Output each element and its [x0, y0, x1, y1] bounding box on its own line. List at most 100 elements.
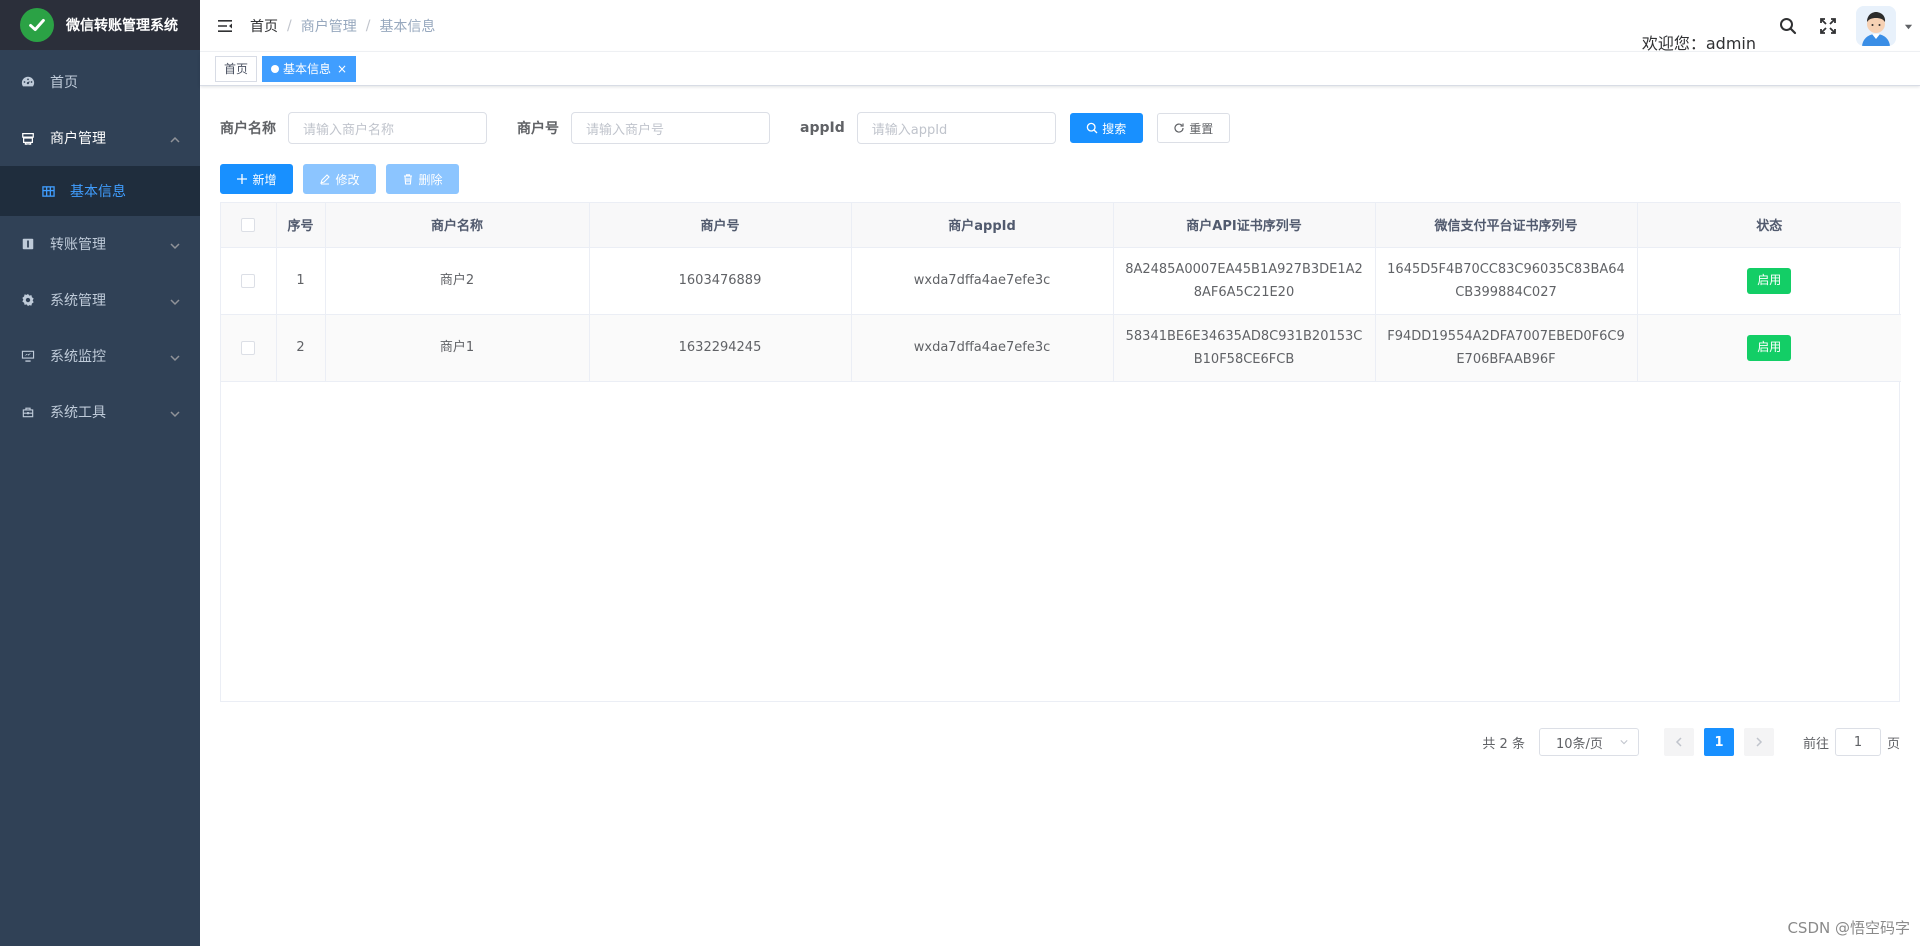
merchant-no-label: 商户号 [517, 121, 559, 137]
merchant-name-input[interactable]: 请输入商户名称 [288, 112, 487, 144]
sidebar-subitem-basic-info[interactable]: 基本信息 [0, 166, 200, 216]
hamburger-icon[interactable] [200, 0, 250, 52]
appid-label: appId [800, 120, 845, 136]
placeholder: 请输入商户名称 [303, 122, 395, 138]
search-form: 商户名称 请输入商户名称 商户号 请输入商户号 appId 请输入appId 搜… [220, 108, 1900, 148]
search-button[interactable]: 搜索 [1069, 113, 1143, 143]
plus-icon [237, 174, 248, 184]
sidebar-item-label: 系统工具 [50, 405, 106, 421]
edit-button[interactable]: 修改 [303, 164, 376, 194]
page-jump-input[interactable]: 1 [1834, 728, 1881, 756]
sidebar-item-home[interactable]: 首页 [0, 54, 200, 110]
prev-page-button[interactable] [1663, 728, 1694, 756]
merchant-no-input[interactable]: 请输入商户号 [571, 112, 770, 144]
placeholder: 请输入appId [871, 122, 948, 138]
status-toggle-button[interactable]: 启用 [1747, 267, 1792, 294]
sidebar-item-label: 转账管理 [50, 237, 106, 253]
page-number-current[interactable]: 1 [1703, 728, 1734, 756]
active-dot-icon [271, 64, 280, 73]
edit-icon [320, 174, 331, 185]
app-title: 微信转账管理系统 [66, 18, 178, 34]
status-toggle-button[interactable]: 启用 [1747, 334, 1792, 361]
search-icon [1086, 122, 1098, 134]
chevron-left-icon [1675, 737, 1682, 747]
row-select-cell[interactable] [221, 247, 277, 315]
page-size-select[interactable]: 10条/页 [1538, 728, 1639, 756]
watermark: CSDN @悟空码字 [1787, 919, 1910, 937]
breadcrumb-merchant: 商户管理 [300, 18, 357, 35]
column-header: 商户appId [851, 203, 1114, 248]
table-row[interactable]: 2 商户1 1632294245 wxda7dffa4ae7efe3c 5834… [221, 314, 1901, 382]
sidebar-item-label: 系统管理 [50, 293, 106, 309]
page-jump: 前往 1 页 [1803, 728, 1900, 756]
data-table: 序号 商户名称 商户号 商户appId 商户API证书序列号 微信支付平台证书序… [220, 202, 1901, 702]
caret-down-icon[interactable] [1896, 0, 1920, 52]
cell-platform-serial: 1645D5F4B70CC83C96035C83BA64CB399884C027 [1375, 247, 1638, 315]
sidebar-item-label: 首页 [50, 75, 78, 91]
search-icon[interactable] [1768, 0, 1808, 52]
add-button[interactable]: 新增 [220, 164, 293, 194]
select-all-checkbox[interactable] [241, 217, 256, 232]
column-header: 状态 [1637, 203, 1901, 248]
table-icon [40, 183, 56, 199]
delete-button[interactable]: 删除 [386, 164, 459, 194]
right-menu: 欢迎您：admin [1642, 0, 1920, 53]
monitor-icon [20, 348, 36, 364]
sidebar-item-system[interactable]: 系统管理 [0, 272, 200, 328]
table-header-row: 序号 商户名称 商户号 商户appId 商户API证书序列号 微信支付平台证书序… [221, 203, 1901, 248]
row-checkbox[interactable] [241, 273, 256, 288]
reset-button[interactable]: 重置 [1156, 113, 1230, 143]
cell-mch-id: 1603476889 [589, 247, 852, 315]
sidebar-item-monitor[interactable]: 系统监控 [0, 328, 200, 384]
column-header: 商户号 [589, 203, 852, 248]
cell-index: 2 [276, 314, 326, 382]
reset-button-label: 重置 [1189, 121, 1214, 136]
edit-button-label: 修改 [335, 172, 360, 187]
page-size-value: 10条/页 [1555, 736, 1603, 752]
breadcrumb: 首页 / 商户管理 / 基本信息 [250, 16, 435, 36]
app-main: 商户名称 请输入商户名称 商户号 请输入商户号 appId 请输入appId 搜… [200, 86, 1920, 722]
cell-platform-serial: F94DD19554A2DFA7007EBED0F6C9E706BFAAB96F [1375, 314, 1638, 382]
breadcrumb-current: 基本信息 [379, 18, 436, 35]
wechat-logo-icon [20, 8, 54, 42]
sidebar: 微信转账管理系统 首页 商户管理 基本信息 转账管理 系统管理 系统监控 系统工… [0, 0, 200, 946]
search-button-label: 搜索 [1102, 121, 1127, 136]
row-checkbox[interactable] [241, 340, 256, 355]
avatar[interactable] [1856, 6, 1896, 46]
breadcrumb-home[interactable]: 首页 [250, 16, 278, 36]
sidebar-item-merchant[interactable]: 商户管理 [0, 110, 200, 166]
next-page-button[interactable] [1743, 728, 1774, 756]
placeholder: 请输入商户号 [586, 122, 665, 138]
fullscreen-icon[interactable] [1808, 0, 1848, 52]
pagination-total: 共 2 条 [1482, 736, 1525, 752]
column-header: 微信支付平台证书序列号 [1375, 203, 1638, 248]
toolbox-icon [20, 404, 36, 420]
sidebar-item-transfer[interactable]: 转账管理 [0, 216, 200, 272]
cell-appid: wxda7dffa4ae7efe3c [851, 314, 1114, 382]
column-header: 商户名称 [325, 203, 590, 248]
main-container: 首页 / 商户管理 / 基本信息 欢迎您：admin 首页 基本信息 × 商户名… [200, 0, 1920, 946]
sidebar-item-tools[interactable]: 系统工具 [0, 384, 200, 440]
select-all-cell[interactable] [221, 203, 277, 248]
cell-api-serial: 8A2485A0007EA45B1A927B3DE1A28AF6A5C21E20 [1113, 247, 1376, 315]
tag-label: 首页 [224, 61, 249, 76]
sidebar-subitem-label: 基本信息 [70, 184, 126, 200]
navbar: 首页 / 商户管理 / 基本信息 欢迎您：admin [200, 0, 1920, 53]
appid-input[interactable]: 请输入appId [856, 112, 1056, 144]
chevron-right-icon [1756, 737, 1763, 747]
close-icon[interactable]: × [337, 57, 347, 81]
trash-icon [404, 174, 413, 185]
tag-home[interactable]: 首页 [215, 55, 258, 82]
tag-basic-info[interactable]: 基本信息 × [262, 55, 357, 82]
chevron-up-icon [170, 133, 180, 143]
chevron-down-icon [170, 407, 180, 418]
breadcrumb-separator: / [287, 17, 292, 34]
table-row[interactable]: 1 商户2 1603476889 wxda7dffa4ae7efe3c 8A24… [221, 247, 1901, 315]
goto-prefix: 前往 [1802, 736, 1829, 752]
delete-button-label: 删除 [418, 172, 443, 187]
row-select-cell[interactable] [221, 314, 277, 382]
column-header: 序号 [276, 203, 326, 248]
logo-area[interactable]: 微信转账管理系统 [0, 0, 200, 50]
chevron-down-icon [170, 351, 180, 362]
refresh-icon [1174, 123, 1184, 133]
